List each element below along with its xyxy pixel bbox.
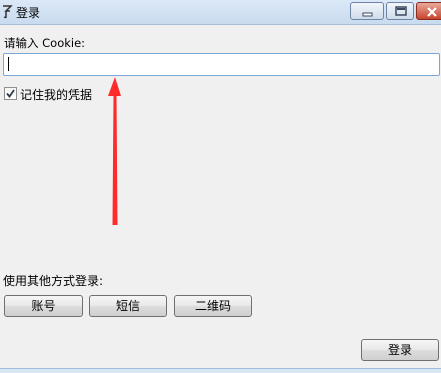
qrcode-login-button[interactable]: 二维码	[174, 295, 252, 317]
account-login-button[interactable]: 账号	[4, 295, 83, 317]
login-button[interactable]: 登录	[361, 339, 439, 361]
other-methods-label: 使用其他方式登录:	[3, 274, 104, 288]
window-bottom-border	[0, 368, 441, 373]
sms-login-button[interactable]: 短信	[89, 295, 167, 317]
arrow-shape	[108, 77, 121, 225]
